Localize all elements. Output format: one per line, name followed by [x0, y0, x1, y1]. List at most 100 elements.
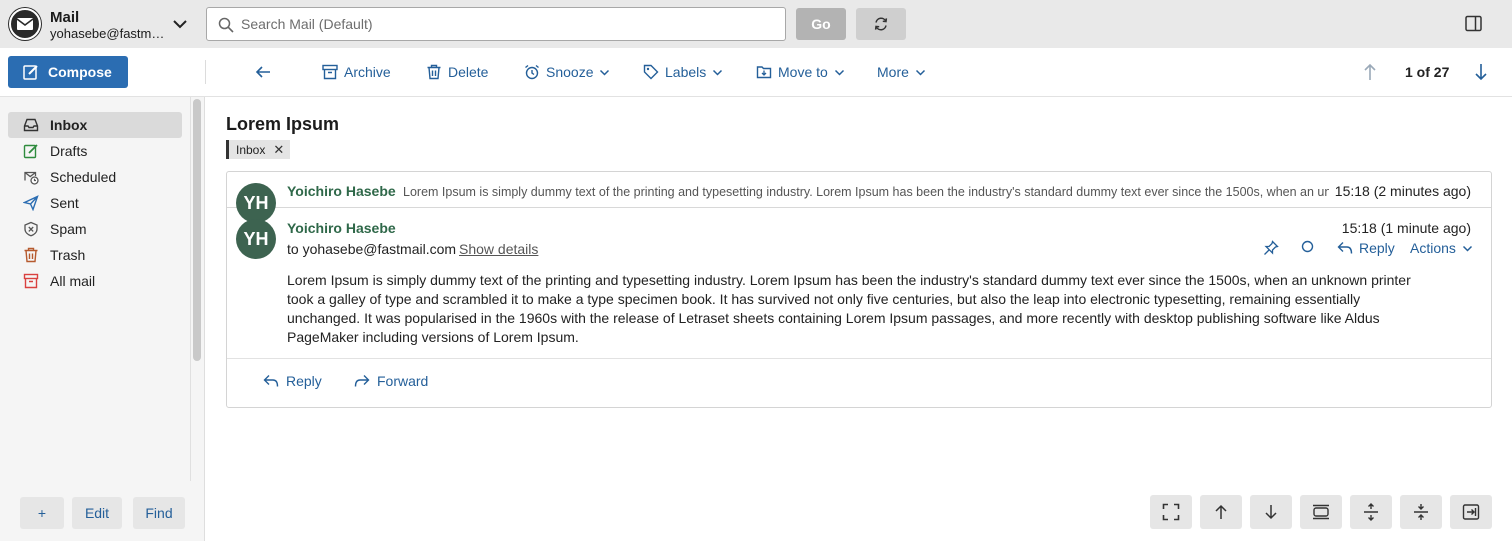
send-icon — [23, 195, 39, 211]
more-label: More — [877, 64, 909, 80]
remove-label-icon[interactable]: ✕ — [273, 142, 284, 158]
delete-label: Delete — [448, 64, 489, 80]
sidebar-item-sent[interactable]: Sent — [8, 190, 182, 216]
compose-label: Compose — [48, 64, 112, 80]
sidebar-scrollbar[interactable] — [193, 99, 201, 361]
inbox-icon — [23, 118, 39, 132]
sidebar-item-label: Sent — [50, 195, 79, 211]
arrow-up-icon — [1364, 63, 1376, 80]
reply-icon — [1337, 242, 1353, 254]
folder-move-icon — [756, 66, 772, 79]
reply-label: Reply — [1359, 240, 1395, 256]
forward-button[interactable]: Forward — [354, 373, 428, 389]
sidebar-item-inbox[interactable]: Inbox — [8, 112, 182, 138]
sidebar-item-scheduled[interactable]: Scheduled — [8, 164, 182, 190]
reply-icon — [263, 375, 279, 387]
collapsed-message[interactable]: YH Yoichiro Hasebe Lorem Ipsum is simply… — [227, 172, 1491, 223]
mail-logo-icon — [8, 7, 42, 41]
more-button[interactable]: More — [877, 61, 926, 83]
pin-icon — [1264, 240, 1279, 255]
expand-vertical-icon — [1364, 503, 1378, 521]
message-position: 1 of 27 — [1405, 64, 1450, 80]
sidebar-item-spam[interactable]: Spam — [8, 216, 182, 242]
scroll-up-button[interactable] — [1200, 495, 1242, 529]
mark-unread-button[interactable] — [1301, 240, 1314, 253]
archive-label: Archive — [344, 64, 391, 80]
sidebar-item-label: Scheduled — [50, 169, 117, 185]
collapse-icon — [1313, 504, 1329, 520]
label-chip-text: Inbox — [236, 142, 266, 157]
sidebar-item-label: Trash — [50, 247, 86, 263]
message-time: 15:18 (1 minute ago) — [1341, 220, 1471, 236]
arrow-up-icon — [1215, 504, 1227, 519]
labels-button[interactable]: Labels — [643, 61, 723, 83]
compose-button[interactable]: Compose — [8, 56, 128, 88]
scroll-down-button[interactable] — [1250, 495, 1292, 529]
chevron-down-icon — [600, 69, 610, 76]
previous-message-button[interactable] — [1362, 61, 1378, 83]
message-time: 15:18 (2 minutes ago) — [1334, 183, 1471, 199]
move-to-button[interactable]: Move to — [756, 61, 845, 83]
archive-button[interactable]: Archive — [322, 61, 391, 83]
refresh-button[interactable] — [856, 8, 906, 40]
chevron-down-icon — [834, 69, 844, 76]
pin-button[interactable] — [1263, 240, 1279, 256]
sidebar-item-drafts[interactable]: Drafts — [8, 138, 182, 164]
toolbar-divider — [205, 60, 206, 84]
account-name[interactable]: yohasebe@fastmail.com — [50, 26, 168, 41]
forward-icon — [354, 375, 370, 387]
delete-button[interactable]: Delete — [426, 61, 488, 83]
avatar: YH — [236, 219, 276, 259]
sidebar-item-label: Inbox — [50, 117, 88, 133]
add-folder-button[interactable]: + — [20, 497, 64, 529]
sidebar-item-all-mail[interactable]: All mail — [8, 268, 182, 294]
alarm-clock-icon — [525, 64, 539, 80]
open-in-new-button[interactable] — [1450, 495, 1492, 529]
footer-reply-button[interactable]: Reply — [263, 373, 322, 389]
footer-reply-label: Reply — [286, 373, 322, 389]
refresh-icon — [874, 17, 888, 31]
avatar: YH — [236, 183, 276, 223]
forward-label: Forward — [377, 373, 429, 389]
search-input[interactable] — [241, 8, 771, 40]
actions-menu-button[interactable]: Actions — [1410, 240, 1473, 256]
chevron-down-icon[interactable] — [172, 16, 188, 32]
sidebar-item-trash[interactable]: Trash — [8, 242, 182, 268]
tag-icon — [643, 64, 659, 80]
move-to-label: Move to — [778, 64, 828, 80]
fullscreen-button[interactable] — [1150, 495, 1192, 529]
collapse-all-button[interactable] — [1400, 495, 1442, 529]
snooze-label: Snooze — [546, 64, 594, 80]
trash-icon — [24, 247, 38, 263]
trash-icon — [427, 64, 441, 80]
show-details-link[interactable]: Show details — [459, 241, 538, 257]
label-chip: Inbox ✕ — [226, 140, 291, 159]
compose-icon — [23, 65, 38, 80]
message-body: Lorem Ipsum is simply dummy text of the … — [287, 272, 1411, 345]
chevron-down-icon — [915, 69, 925, 76]
collapse-vertical-icon — [1414, 504, 1428, 520]
labels-label: Labels — [665, 64, 707, 80]
scheduled-icon — [24, 171, 39, 185]
chevron-down-icon — [1462, 245, 1472, 252]
snooze-button[interactable]: Snooze — [524, 61, 610, 83]
find-folder-button[interactable]: Find — [133, 497, 185, 529]
sidebar-item-label: All mail — [50, 273, 96, 289]
sidebar-divider — [190, 97, 191, 481]
toolbar-bottom-divider — [0, 96, 1512, 97]
archive-icon — [322, 64, 338, 80]
all-mail-icon — [23, 273, 39, 289]
back-button[interactable] — [254, 61, 272, 83]
thread-panel: YH Yoichiro Hasebe Lorem Ipsum is simply… — [226, 171, 1492, 408]
edit-folders-button[interactable]: Edit — [72, 497, 122, 529]
collapse-message-button[interactable] — [1300, 495, 1342, 529]
next-message-button[interactable] — [1473, 61, 1489, 83]
reading-pane-toggle-icon[interactable] — [1465, 15, 1482, 32]
expand-all-button[interactable] — [1350, 495, 1392, 529]
search-box — [206, 7, 786, 41]
top-bar: Mail yohasebe@fastmail.com Go — [0, 0, 1512, 48]
shield-icon — [24, 221, 38, 237]
reply-button[interactable]: Reply — [1337, 240, 1395, 256]
app-title: Mail — [50, 9, 80, 26]
go-button[interactable]: Go — [796, 8, 846, 40]
